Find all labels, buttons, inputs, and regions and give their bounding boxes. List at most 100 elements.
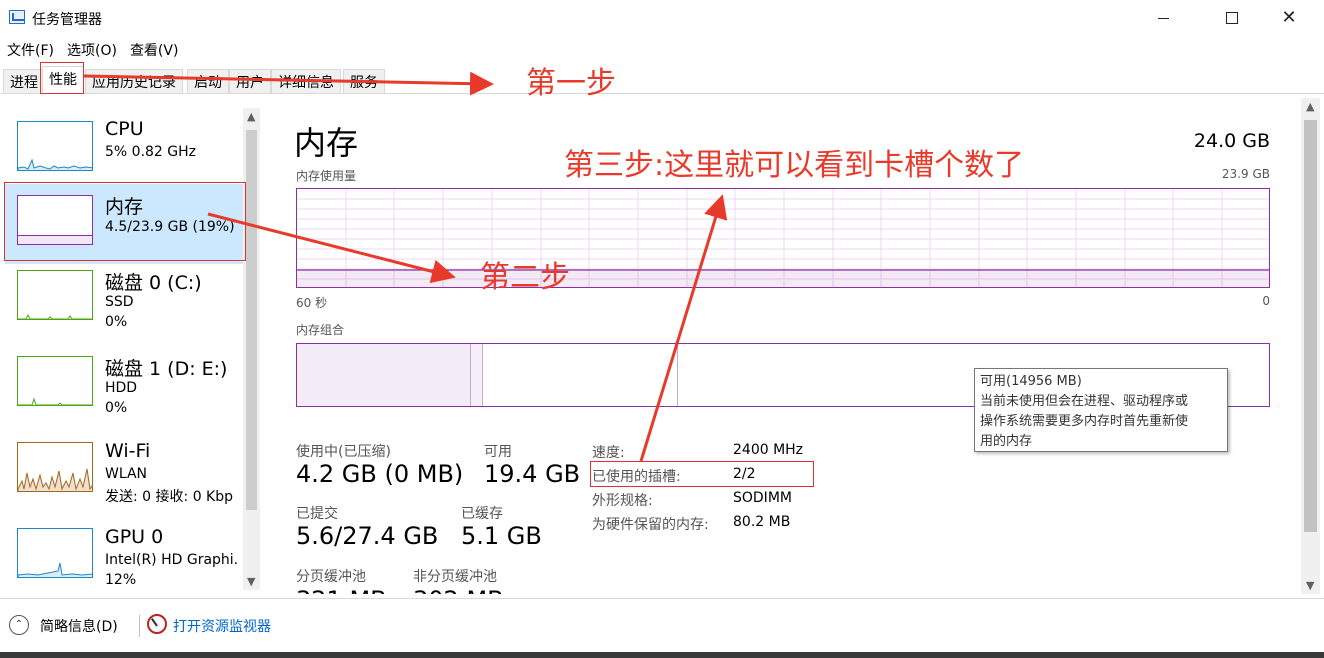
nonpaged-pool-label: 非分页缓冲池: [413, 569, 497, 585]
taskbar-edge: [0, 652, 1324, 658]
tooltip-line: 可用(14956 MB): [980, 374, 1082, 389]
main-scrollbar[interactable]: ▲ ▼: [1301, 98, 1320, 594]
maximize-button[interactable]: [1209, 0, 1255, 36]
resource-monitor-icon[interactable]: [147, 614, 167, 634]
annotation-step-3: 第三步:这里就可以看到卡槽个数了: [564, 148, 1025, 183]
resource-name: GPU 0: [105, 526, 164, 548]
cpu-thumbnail-graph: [17, 121, 93, 171]
resource-detail: WLAN: [105, 466, 148, 482]
tab-users[interactable]: 用户: [229, 69, 271, 93]
committed-value: 5.6/27.4 GB: [296, 522, 439, 550]
tab-services[interactable]: 服务: [343, 69, 385, 93]
usage-max: 23.9 GB: [1221, 167, 1270, 181]
form-factor-key: 外形规格:: [592, 493, 653, 509]
scroll-up-icon[interactable]: ▲: [247, 110, 255, 123]
close-button[interactable]: ✕: [1266, 0, 1312, 36]
disk-1-thumbnail-graph: [17, 356, 93, 406]
composition-standby[interactable]: [483, 344, 677, 406]
minimize-button[interactable]: [1140, 0, 1186, 36]
window-title: 任务管理器: [32, 12, 102, 28]
tab-bar: 进程 性能 应用历史记录 启动 用户 详细信息 服务: [0, 64, 1324, 94]
resource-name: CPU: [105, 118, 144, 140]
page-title: 内存: [294, 124, 359, 162]
resource-detail: SSD: [105, 294, 134, 310]
composition-label: 内存组合: [296, 323, 345, 337]
cached-value: 5.1 GB: [461, 522, 542, 550]
composition-modified[interactable]: [471, 344, 482, 406]
resource-usage: 12%: [105, 572, 137, 588]
available-value: 19.4 GB: [484, 460, 581, 488]
speed-key: 速度:: [592, 445, 625, 461]
resource-name: 磁盘 1 (D: E:): [105, 358, 228, 380]
maximize-icon: [1226, 12, 1238, 24]
fewer-details-link[interactable]: 简略信息(D): [40, 616, 118, 636]
hardware-reserved-key: 为硬件保留的内存:: [592, 517, 709, 533]
resource-list: CPU 5% 0.82 GHz 内存 4.5/23.9 GB (19%) 磁盘 …: [0, 98, 262, 598]
resource-usage: 0%: [105, 400, 128, 416]
resource-name: 磁盘 0 (C:): [105, 272, 202, 294]
resource-throughput: 发送: 0 接收: 0 Kbp: [105, 489, 234, 505]
menu-bar: 文件(F) 选项(O) 查看(V): [0, 38, 184, 60]
chevron-up-icon[interactable]: ⌃: [9, 615, 29, 635]
committed-label: 已提交: [296, 506, 338, 522]
resource-wifi[interactable]: Wi-Fi WLAN 发送: 0 接收: 0 Kbp: [5, 440, 245, 520]
tab-details[interactable]: 详细信息: [271, 69, 341, 93]
resource-list-scrollbar[interactable]: ▲ ▼: [243, 108, 260, 590]
annotation-box-slots: [590, 461, 814, 487]
divider: [139, 615, 140, 637]
scroll-up-icon[interactable]: ▲: [1306, 100, 1314, 113]
scroll-down-icon[interactable]: ▼: [1306, 579, 1314, 592]
resource-detail: 5% 0.82 GHz: [105, 144, 197, 160]
tooltip-line: 当前未使用但会在进程、驱动程序或: [980, 394, 1189, 409]
disk-0-thumbnail-graph: [17, 270, 93, 320]
resource-detail: Intel(R) HD Graphi.: [105, 552, 239, 568]
composition-in-use[interactable]: [297, 344, 470, 406]
in-use-label: 使用中(已压缩): [296, 444, 391, 460]
available-tooltip: 可用(14956 MB) 当前未使用但会在进程、驱动程序或 操作系统需要更多内存…: [974, 368, 1228, 452]
nonpaged-pool-value: 302 MB: [413, 586, 504, 594]
resource-usage: 0%: [105, 314, 128, 330]
open-resource-monitor-link[interactable]: 打开资源监视器: [173, 616, 271, 636]
available-label: 可用: [484, 444, 512, 460]
total-memory: 24.0 GB: [1193, 130, 1270, 152]
scroll-down-icon[interactable]: ▼: [247, 575, 255, 588]
usage-label: 内存使用量: [296, 169, 357, 183]
title-bar: 任务管理器 ✕: [0, 0, 1324, 36]
footer-bar: ⌃ 简略信息(D) 打开资源监视器: [0, 598, 1324, 652]
menu-file[interactable]: 文件(F): [0, 38, 60, 60]
annotation-step-1: 第一步: [526, 66, 616, 101]
cached-label: 已缓存: [461, 506, 503, 522]
annotation-box-performance-tab: [40, 62, 84, 94]
scrollbar-thumb[interactable]: [246, 130, 257, 510]
resource-detail: HDD: [105, 380, 138, 396]
scrollbar-thumb[interactable]: [1304, 120, 1317, 532]
hardware-reserved-value: 80.2 MB: [733, 514, 791, 530]
tooltip-line: 操作系统需要更多内存时首先重新使: [980, 414, 1189, 429]
resource-gpu[interactable]: GPU 0 Intel(R) HD Graphi. 12%: [5, 526, 245, 598]
tooltip-line: 用的内存: [980, 434, 1033, 449]
tab-app-history[interactable]: 应用历史记录: [85, 69, 183, 93]
paged-pool-value: 321 MB: [296, 586, 387, 594]
speed-value: 2400 MHz: [733, 442, 804, 458]
tab-processes[interactable]: 进程: [3, 69, 45, 93]
annotation-step-2: 第二步: [480, 260, 570, 295]
menu-options[interactable]: 选项(O): [60, 38, 123, 60]
task-manager-icon: [9, 10, 25, 24]
resource-name: Wi-Fi: [105, 440, 151, 462]
resource-disk-1[interactable]: 磁盘 1 (D: E:) HDD 0%: [5, 354, 245, 434]
form-factor-value: SODIMM: [733, 490, 792, 506]
tab-startup[interactable]: 启动: [187, 69, 229, 93]
menu-view[interactable]: 查看(V): [123, 38, 185, 60]
paged-pool-label: 分页缓冲池: [296, 569, 366, 585]
in-use-value: 4.2 GB (0 MB): [296, 460, 464, 488]
annotation-box-memory: [4, 182, 246, 261]
time-axis-right: 0: [1262, 294, 1270, 308]
close-icon: ✕: [1281, 7, 1297, 28]
gpu-thumbnail-graph: [17, 528, 93, 578]
memory-usage-chart: [296, 188, 1270, 288]
resource-cpu[interactable]: CPU 5% 0.82 GHz: [5, 98, 245, 178]
minimize-icon: [1157, 17, 1169, 19]
time-axis-left: 60 秒: [296, 296, 328, 310]
resource-disk-0[interactable]: 磁盘 0 (C:) SSD 0%: [5, 268, 245, 348]
wifi-thumbnail-graph: [17, 442, 93, 492]
